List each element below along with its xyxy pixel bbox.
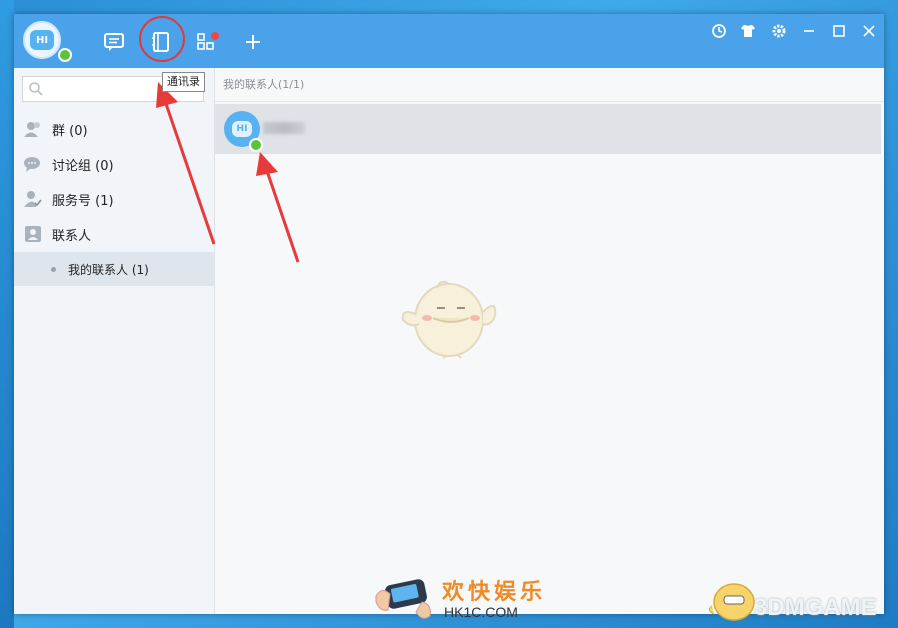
search-icon <box>29 82 43 96</box>
watermark-mascot <box>708 583 755 621</box>
bullet-icon <box>51 266 56 272</box>
contacts-tooltip: 通讯录 <box>162 72 205 92</box>
watermark-3dm: 3DMGAME <box>754 594 877 621</box>
contacts-book-icon <box>25 226 41 242</box>
mascot-illustration <box>401 280 497 359</box>
avatar-logo: HI <box>30 30 54 50</box>
watermark-subtitle: HK1C.COM <box>444 604 518 620</box>
sidebar-item-label: 服务号 (1) <box>52 193 114 209</box>
sidebar-item-service-accounts[interactable]: 服务号 (1) <box>14 182 214 216</box>
contact-list-panel: 我的联系人(1/1) HI <box>215 68 884 614</box>
contact-list-header: 我的联系人(1/1) <box>215 68 884 102</box>
sidebar-item-label: 群 (0) <box>52 123 88 139</box>
contact-row[interactable]: HI <box>215 104 881 154</box>
sidebar-item-groups[interactable]: 群 (0) <box>14 112 214 146</box>
sidebar: 群 (0) 讨论组 (0) 服务号 (1) 联系人 我的联系人 (1) <box>14 68 215 614</box>
sidebar-item-label: 我的联系人 (1) <box>68 262 149 277</box>
minimize-icon[interactable] <box>800 22 818 40</box>
user-avatar[interactable]: HI <box>23 21 61 59</box>
sidebar-item-discussion[interactable]: 讨论组 (0) <box>14 147 214 181</box>
app-window: HI 通讯录 群 (0) 讨论组 (0) 服务号 (1) 联系人 我的联系人 (… <box>14 14 884 614</box>
contact-name-blurred <box>263 122 305 134</box>
sidebar-item-label: 讨论组 (0) <box>52 158 114 174</box>
sidebar-item-contacts[interactable]: 联系人 <box>14 217 214 251</box>
online-status-icon <box>58 48 72 62</box>
skin-icon[interactable] <box>739 22 757 40</box>
discussion-icon <box>24 157 40 172</box>
add-icon[interactable] <box>242 32 264 52</box>
messages-tab-icon[interactable] <box>103 32 125 52</box>
sidebar-item-my-contacts[interactable]: 我的联系人 (1) <box>14 252 214 286</box>
desktop-background <box>0 0 14 628</box>
watermark-logo-hand <box>375 579 431 619</box>
settings-gear-icon[interactable] <box>770 22 788 40</box>
group-icon <box>24 122 40 137</box>
avatar-logo: HI <box>232 121 252 137</box>
sidebar-item-label: 联系人 <box>52 228 92 244</box>
close-icon[interactable] <box>860 22 878 40</box>
annotation-circle <box>139 16 185 62</box>
online-status-icon <box>249 138 263 152</box>
service-account-icon <box>24 191 42 207</box>
watermark-title: 欢快娱乐 <box>442 579 547 604</box>
notification-badge-icon <box>211 32 219 40</box>
maximize-icon[interactable] <box>830 22 848 40</box>
titlebar: HI <box>14 14 884 68</box>
history-icon[interactable] <box>710 22 728 40</box>
